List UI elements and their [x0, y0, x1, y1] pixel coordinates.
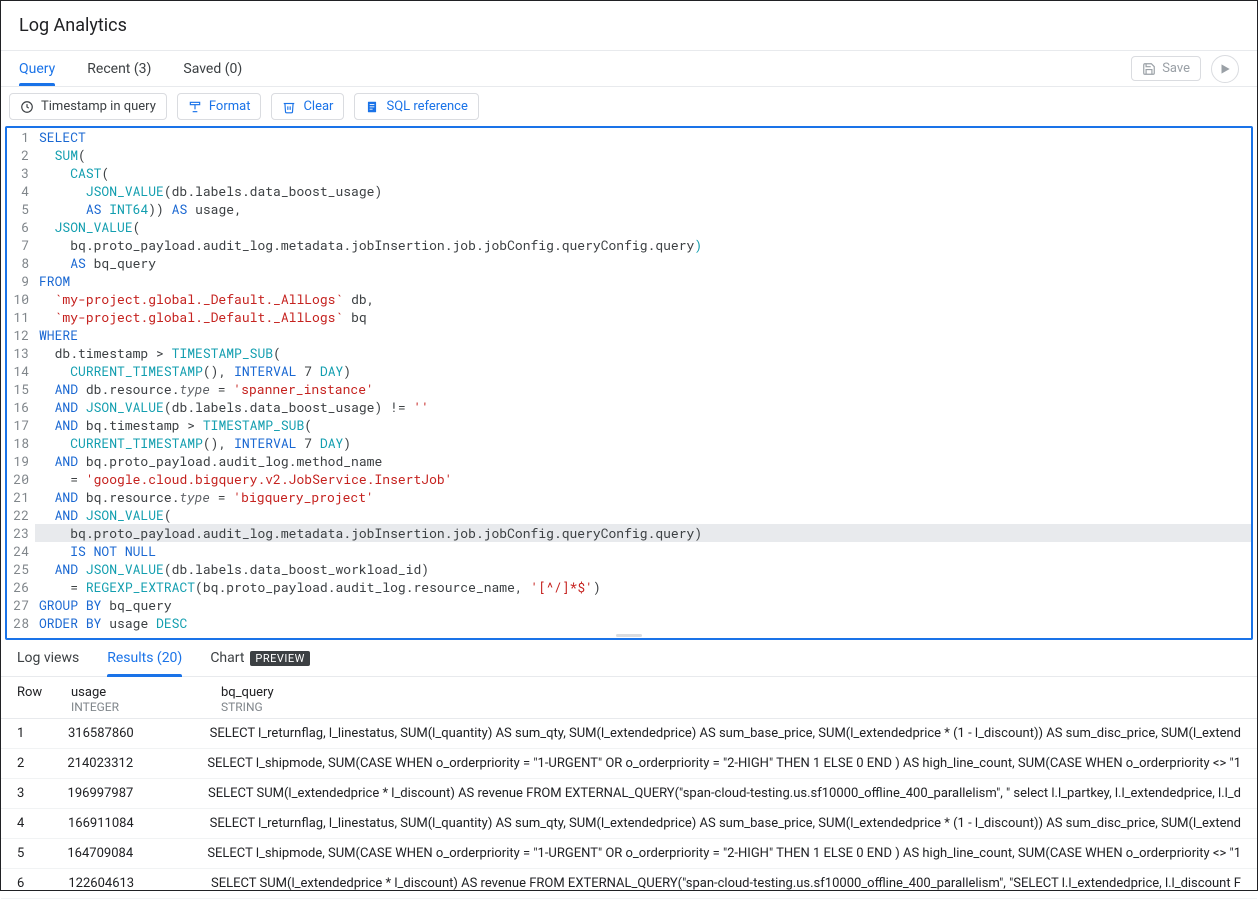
- clear-label: Clear: [303, 99, 333, 114]
- col-usage-header: usage INTEGER: [71, 685, 221, 714]
- page-title: Log Analytics: [19, 15, 1239, 36]
- preview-badge: PREVIEW: [250, 651, 309, 666]
- trash-icon: [282, 100, 296, 114]
- clear-button[interactable]: Clear: [271, 93, 344, 120]
- cell-row: 5: [17, 846, 67, 861]
- cell-usage: 122604613: [68, 876, 211, 891]
- tab-log-views[interactable]: Log views: [17, 650, 79, 676]
- cell-usage: 196997987: [68, 786, 208, 801]
- table-row[interactable]: 1316587860SELECT l_returnflag, l_linesta…: [1, 719, 1257, 749]
- format-label: Format: [209, 99, 251, 114]
- header: Log Analytics: [1, 1, 1257, 51]
- table-row[interactable]: 5164709084SELECT l_shipmode, SUM(CASE WH…: [1, 839, 1257, 869]
- cell-usage: 214023312: [67, 756, 207, 771]
- cell-bqquery: SELECT l_returnflag, l_linestatus, SUM(l…: [210, 726, 1241, 741]
- cell-usage: 316587860: [68, 726, 210, 741]
- results-header: Row usage INTEGER bq_query STRING: [1, 677, 1257, 719]
- tab-recent[interactable]: Recent (3): [87, 53, 151, 85]
- top-tabs: Query Recent (3) Saved (0) Save: [1, 51, 1257, 87]
- table-row[interactable]: 2214023312SELECT l_shipmode, SUM(CASE WH…: [1, 749, 1257, 779]
- cell-usage: 166911084: [68, 816, 210, 831]
- sql-reference-button[interactable]: SQL reference: [354, 93, 478, 120]
- timestamp-button[interactable]: Timestamp in query: [9, 93, 167, 120]
- cell-bqquery: SELECT l_returnflag, l_linestatus, SUM(l…: [210, 816, 1241, 831]
- cell-row: 1: [17, 726, 68, 741]
- tab-query[interactable]: Query: [19, 53, 55, 85]
- cell-bqquery: SELECT SUM(l_extendedprice * l_discount)…: [208, 786, 1241, 801]
- tab-saved[interactable]: Saved (0): [183, 53, 242, 85]
- timestamp-label: Timestamp in query: [41, 99, 156, 114]
- format-icon: [188, 100, 202, 114]
- tab-results[interactable]: Results (20): [107, 650, 182, 676]
- save-button[interactable]: Save: [1131, 56, 1201, 81]
- cell-usage: 164709084: [67, 846, 207, 861]
- table-row[interactable]: 4166911084SELECT l_returnflag, l_linesta…: [1, 809, 1257, 839]
- cell-row: 4: [17, 816, 68, 831]
- table-row[interactable]: 6122604613SELECT SUM(l_extendedprice * l…: [1, 869, 1257, 899]
- results-body: 1316587860SELECT l_returnflag, l_linesta…: [1, 719, 1257, 899]
- cell-row: 2: [17, 756, 67, 771]
- col-row-header: Row: [17, 685, 71, 714]
- format-button[interactable]: Format: [177, 93, 262, 120]
- results-tabs: Log views Results (20) Chart PREVIEW: [1, 640, 1257, 677]
- col-bqquery-header: bq_query STRING: [221, 685, 1241, 714]
- editor-content[interactable]: 1SELECT 2 SUM( 3 CAST( 4 JSON_VALUE(db.l…: [7, 128, 1251, 632]
- cell-row: 3: [17, 786, 68, 801]
- cell-row: 6: [17, 876, 68, 891]
- cell-bqquery: SELECT SUM(l_extendedprice * l_discount)…: [211, 876, 1241, 891]
- sql-editor[interactable]: 1SELECT 2 SUM( 3 CAST( 4 JSON_VALUE(db.l…: [5, 126, 1253, 640]
- run-button[interactable]: [1211, 55, 1239, 83]
- cell-bqquery: SELECT l_shipmode, SUM(CASE WHEN o_order…: [207, 846, 1241, 861]
- save-icon: [1142, 62, 1156, 76]
- doc-icon: [365, 100, 379, 114]
- tab-chart[interactable]: Chart PREVIEW: [210, 650, 310, 676]
- cell-bqquery: SELECT l_shipmode, SUM(CASE WHEN o_order…: [207, 756, 1241, 771]
- clock-icon: [20, 100, 34, 114]
- resize-handle[interactable]: [7, 632, 1251, 638]
- save-button-label: Save: [1162, 61, 1190, 76]
- tab-chart-label: Chart: [210, 650, 244, 666]
- table-row[interactable]: 3196997987SELECT SUM(l_extendedprice * l…: [1, 779, 1257, 809]
- play-icon: [1218, 62, 1232, 76]
- editor-toolbar: Timestamp in query Format Clear SQL refe…: [1, 87, 1257, 126]
- sqlref-label: SQL reference: [386, 99, 467, 114]
